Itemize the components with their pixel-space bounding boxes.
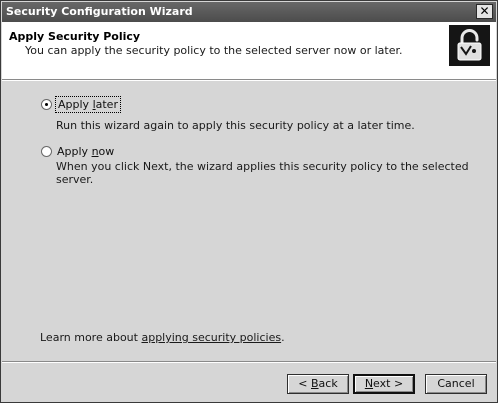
header-divider — [2, 80, 496, 81]
close-button[interactable]: ✕ — [476, 4, 493, 19]
cancel-button[interactable]: Cancel — [425, 374, 487, 394]
back-label-part1: < — [298, 377, 311, 390]
apply-later-label[interactable]: Apply later — [55, 96, 121, 113]
learn-more-prefix: Learn more about — [40, 331, 142, 344]
back-button[interactable]: < Back — [287, 374, 349, 394]
learn-more-link[interactable]: applying security policies — [141, 331, 281, 344]
wizard-window: Security Configuration Wizard ✕ Apply Se… — [0, 0, 498, 403]
apply-now-option[interactable]: Apply now — [41, 145, 114, 158]
page-subtitle: You can apply the security policy to the… — [25, 44, 403, 57]
close-icon: ✕ — [479, 4, 490, 18]
apply-later-option[interactable]: Apply later — [41, 96, 121, 113]
page-title: Apply Security Policy — [9, 30, 141, 43]
next-label-part2: ext > — [373, 377, 404, 390]
apply-now-label-part2: ow — [98, 145, 115, 158]
learn-more-suffix: . — [281, 331, 285, 344]
title-bar[interactable]: Security Configuration Wizard ✕ — [2, 2, 496, 22]
learn-more: Learn more about applying security polic… — [40, 331, 285, 344]
apply-now-radio[interactable] — [41, 146, 52, 157]
window-title: Security Configuration Wizard — [6, 5, 193, 18]
back-mnemonic: B — [311, 377, 319, 390]
wizard-header: Apply Security Policy You can apply the … — [2, 22, 496, 80]
apply-later-radio[interactable] — [41, 99, 52, 110]
apply-now-label-part1: Apply — [57, 145, 92, 158]
lock-icon — [449, 25, 490, 66]
apply-now-mnemonic: n — [91, 145, 99, 158]
back-label-part2: ack — [318, 377, 338, 390]
apply-now-label[interactable]: Apply now — [57, 145, 114, 158]
next-button[interactable]: Next > — [353, 374, 415, 394]
next-mnemonic: N — [364, 377, 374, 390]
apply-later-label-part1: Apply — [58, 98, 93, 111]
footer-divider — [2, 361, 496, 363]
apply-later-label-part2: ater — [95, 98, 118, 111]
apply-later-description: Run this wizard again to apply this secu… — [56, 119, 415, 132]
apply-now-description: When you click Next, the wizard applies … — [56, 160, 469, 186]
